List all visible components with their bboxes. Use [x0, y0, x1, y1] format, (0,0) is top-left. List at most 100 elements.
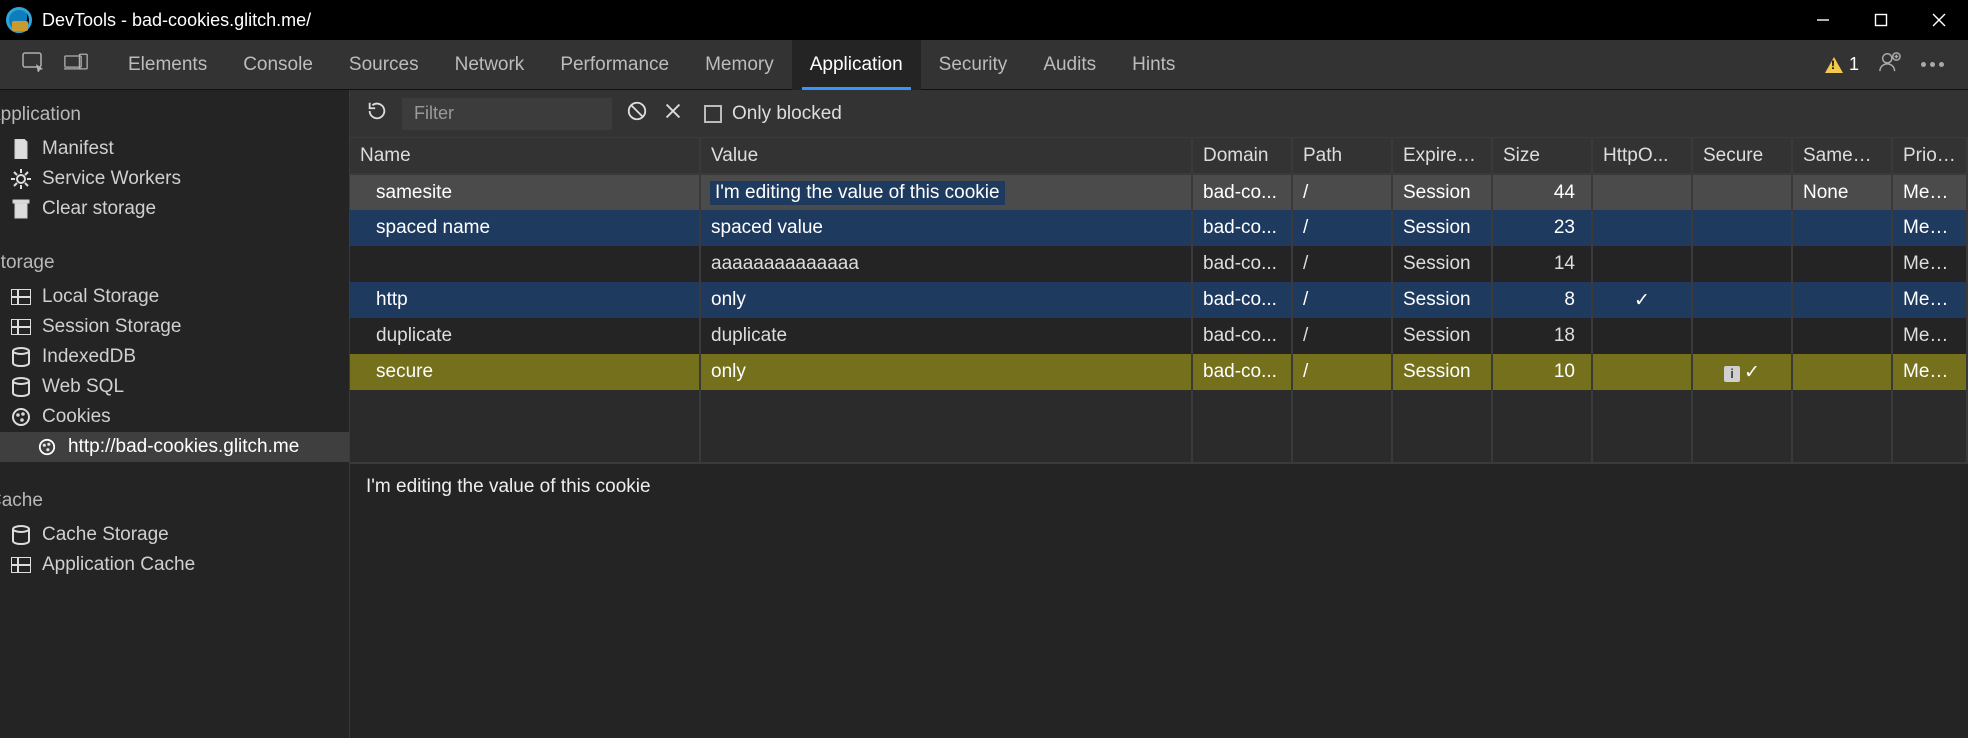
cell-value[interactable]: I'm editing the value of this cookie — [700, 174, 1192, 210]
cell-secure[interactable] — [1692, 210, 1792, 246]
cell-httponly[interactable] — [1592, 210, 1692, 246]
feedback-icon[interactable] — [1879, 51, 1901, 78]
cell-priority[interactable]: Medium — [1892, 246, 1967, 282]
sidebar-item-service-workers[interactable]: Service Workers — [0, 164, 349, 194]
cell-domain[interactable]: bad-co... — [1192, 174, 1292, 210]
tab-performance[interactable]: Performance — [542, 40, 687, 90]
tab-memory[interactable]: Memory — [687, 40, 792, 90]
cell-path[interactable]: / — [1292, 174, 1392, 210]
cell-priority[interactable]: Medium — [1892, 282, 1967, 318]
cookie-value-editbox[interactable]: I'm editing the value of this cookie — [711, 182, 1004, 204]
col-httponly[interactable]: HttpO... — [1592, 138, 1692, 174]
cell-value[interactable]: duplicate — [700, 318, 1192, 354]
col-name[interactable]: Name — [350, 138, 700, 174]
inspect-element-icon[interactable] — [22, 52, 46, 77]
tab-elements[interactable]: Elements — [110, 40, 225, 90]
cell-name[interactable]: secure — [350, 354, 700, 390]
cell-expires[interactable]: Session — [1392, 246, 1492, 282]
cell-httponly[interactable]: ✓ — [1592, 282, 1692, 318]
tab-sources[interactable]: Sources — [331, 40, 437, 90]
warnings-badge[interactable]: 1 — [1825, 54, 1859, 75]
cell-domain[interactable]: bad-co... — [1192, 282, 1292, 318]
window-maximize-button[interactable] — [1852, 0, 1910, 40]
sidebar-item-local-storage[interactable]: Local Storage — [0, 282, 349, 312]
col-size[interactable]: Size — [1492, 138, 1592, 174]
cell-name[interactable]: http — [350, 282, 700, 318]
cell-priority[interactable]: Medium — [1892, 354, 1967, 390]
cell-domain[interactable]: bad-co... — [1192, 246, 1292, 282]
tab-security[interactable]: Security — [921, 40, 1026, 90]
cell-path[interactable]: / — [1292, 210, 1392, 246]
cell-httponly[interactable] — [1592, 174, 1692, 210]
cell-domain[interactable]: bad-co... — [1192, 318, 1292, 354]
more-options-button[interactable] — [1921, 62, 1944, 67]
cell-samesite[interactable] — [1792, 246, 1892, 282]
col-secure[interactable]: Secure — [1692, 138, 1792, 174]
cell-size[interactable]: 44 — [1492, 174, 1592, 210]
cell-samesite[interactable]: None — [1792, 174, 1892, 210]
col-value[interactable]: Value — [700, 138, 1192, 174]
cell-expires[interactable]: Session — [1392, 354, 1492, 390]
cell-secure[interactable] — [1692, 282, 1792, 318]
cell-value[interactable]: only — [700, 282, 1192, 318]
table-row[interactable]: secureonlybad-co.../Session10 i✓ Medium — [350, 354, 1967, 390]
cell-secure[interactable] — [1692, 318, 1792, 354]
cell-name[interactable]: samesite — [350, 174, 700, 210]
device-toolbar-icon[interactable] — [64, 52, 88, 77]
cell-value[interactable]: spaced value — [700, 210, 1192, 246]
filter-input[interactable] — [402, 98, 612, 130]
cell-httponly[interactable] — [1592, 318, 1692, 354]
cell-size[interactable]: 23 — [1492, 210, 1592, 246]
cell-path[interactable]: / — [1292, 354, 1392, 390]
sidebar-item-clear-storage[interactable]: Clear storage — [0, 194, 349, 224]
delete-selected-button[interactable] — [662, 100, 684, 127]
cell-size[interactable]: 8 — [1492, 282, 1592, 318]
cell-size[interactable]: 18 — [1492, 318, 1592, 354]
table-row[interactable]: samesite I'm editing the value of this co… — [350, 174, 1967, 210]
cell-secure[interactable] — [1692, 174, 1792, 210]
col-path[interactable]: Path — [1292, 138, 1392, 174]
tab-application[interactable]: Application — [792, 40, 921, 90]
cell-name[interactable] — [350, 246, 700, 282]
clear-all-button[interactable] — [626, 100, 648, 127]
cell-expires[interactable]: Session — [1392, 282, 1492, 318]
cell-secure[interactable]: i✓ — [1692, 354, 1792, 390]
only-blocked-toggle[interactable]: Only blocked — [704, 103, 842, 125]
refresh-button[interactable] — [366, 100, 388, 127]
col-expires[interactable]: Expires... — [1392, 138, 1492, 174]
cookies-table[interactable]: Name Value Domain Path Expires... Size H… — [350, 138, 1968, 462]
window-close-button[interactable] — [1910, 0, 1968, 40]
cell-priority[interactable]: Medium — [1892, 318, 1967, 354]
cell-samesite[interactable] — [1792, 210, 1892, 246]
cell-expires[interactable]: Session — [1392, 210, 1492, 246]
tab-hints[interactable]: Hints — [1114, 40, 1193, 90]
sidebar-item-session-storage[interactable]: Session Storage — [0, 312, 349, 342]
table-row[interactable]: spaced namespaced valuebad-co.../Session… — [350, 210, 1967, 246]
cell-samesite[interactable] — [1792, 282, 1892, 318]
sidebar-item-web-sql[interactable]: Web SQL — [0, 372, 349, 402]
cell-name[interactable]: duplicate — [350, 318, 700, 354]
cell-httponly[interactable] — [1592, 354, 1692, 390]
sidebar-item-manifest[interactable]: Manifest — [0, 134, 349, 164]
cell-size[interactable]: 10 — [1492, 354, 1592, 390]
cell-domain[interactable]: bad-co... — [1192, 210, 1292, 246]
cell-value[interactable]: aaaaaaaaaaaaaa — [700, 246, 1192, 282]
cell-secure[interactable] — [1692, 246, 1792, 282]
sidebar-item-cache-storage[interactable]: Cache Storage — [0, 520, 349, 550]
sidebar-item-cookie-origin[interactable]: http://bad-cookies.glitch.me — [0, 432, 349, 462]
cell-path[interactable]: / — [1292, 282, 1392, 318]
cell-domain[interactable]: bad-co... — [1192, 354, 1292, 390]
cell-expires[interactable]: Session — [1392, 174, 1492, 210]
table-row[interactable]: duplicateduplicatebad-co.../Session18Med… — [350, 318, 1967, 354]
col-domain[interactable]: Domain — [1192, 138, 1292, 174]
cell-value[interactable]: only — [700, 354, 1192, 390]
cell-httponly[interactable] — [1592, 246, 1692, 282]
window-minimize-button[interactable] — [1794, 0, 1852, 40]
cell-name[interactable]: spaced name — [350, 210, 700, 246]
cell-samesite[interactable] — [1792, 318, 1892, 354]
tab-network[interactable]: Network — [437, 40, 543, 90]
cell-size[interactable]: 14 — [1492, 246, 1592, 282]
cell-samesite[interactable] — [1792, 354, 1892, 390]
sidebar-item-indexeddb[interactable]: IndexedDB — [0, 342, 349, 372]
col-priority[interactable]: Priority — [1892, 138, 1967, 174]
